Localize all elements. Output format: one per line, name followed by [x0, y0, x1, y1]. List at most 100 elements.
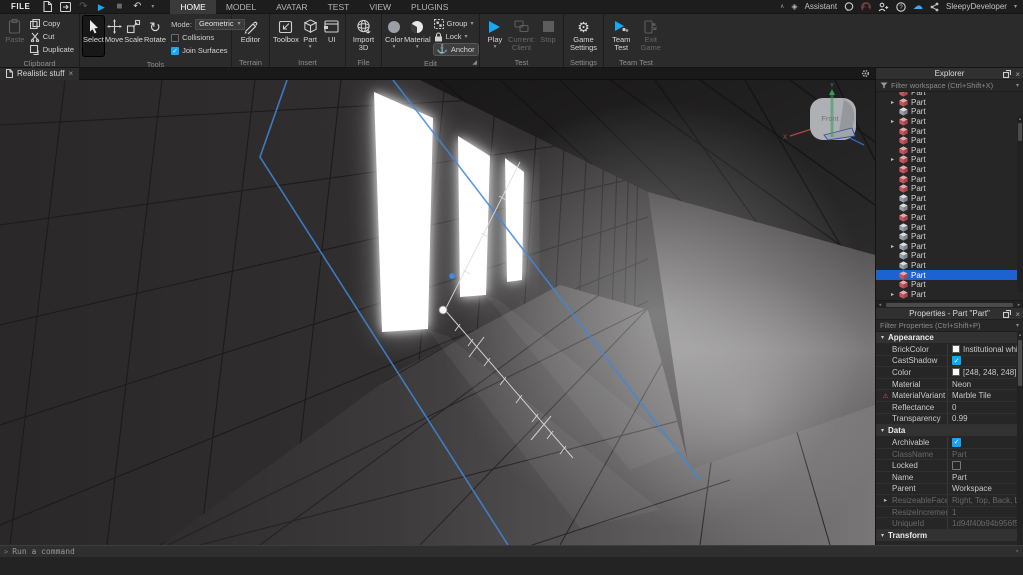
property-row-classname[interactable]: ClassNamePart	[876, 449, 1017, 461]
document-tab-realistic-stuff[interactable]: Realistic stuff ×	[0, 68, 79, 80]
expand-arrow-icon[interactable]: ▸	[889, 118, 896, 125]
terrain-editor-button[interactable]: Editor	[236, 16, 266, 56]
add-collaborator-icon[interactable]	[878, 2, 889, 12]
expand-arrow-icon[interactable]: ▸	[889, 291, 896, 298]
new-file-icon[interactable]	[41, 1, 53, 13]
tab-model[interactable]: MODEL	[216, 0, 266, 14]
scroll-right-icon[interactable]: ▸	[1015, 302, 1023, 308]
property-value[interactable]: Marble Tile	[952, 391, 991, 400]
filter-dropdown-icon[interactable]: ▾	[1016, 82, 1019, 89]
explorer-vertical-scrollbar[interactable]: ▴	[1017, 116, 1023, 292]
explorer-item-part[interactable]: Part	[876, 107, 1023, 117]
explorer-item-part[interactable]: Part	[876, 194, 1023, 204]
group-dropdown-icon[interactable]: ▾	[470, 20, 473, 27]
drag-handle-white[interactable]	[439, 306, 447, 314]
explorer-item-part[interactable]: ▸Part	[876, 98, 1023, 108]
share-icon[interactable]	[930, 2, 939, 12]
properties-section-transform[interactable]: ▾Transform	[876, 530, 1017, 542]
explorer-item-part[interactable]: Part	[876, 251, 1023, 261]
property-row-reflectance[interactable]: Reflectance0	[876, 402, 1017, 414]
help-icon[interactable]: ?	[896, 2, 906, 12]
play-dropdown-icon[interactable]: ▾	[494, 45, 497, 49]
property-value[interactable]: Part	[952, 473, 967, 482]
select-tool-button[interactable]: Select	[83, 16, 104, 56]
explorer-item-part[interactable]: Part	[876, 270, 1023, 280]
exit-game-button[interactable]: Exit Game	[637, 16, 666, 56]
property-value[interactable]: 1	[952, 508, 956, 517]
explorer-item-part[interactable]: ▸Part	[876, 289, 1023, 299]
property-row-brickcolor[interactable]: BrickColorInstitutional white	[876, 344, 1017, 356]
expand-arrow-icon[interactable]: ▸	[889, 99, 896, 106]
team-test-button[interactable]: Team Test	[607, 16, 636, 56]
command-bar-expand-icon[interactable]: ▾	[1015, 548, 1019, 555]
command-bar[interactable]: > Run a command ▾	[0, 545, 1023, 557]
undo-icon[interactable]: ↶	[131, 1, 143, 13]
properties-title-bar[interactable]: Properties - Part "Part" ×	[876, 308, 1023, 320]
property-value[interactable]: Workspace	[952, 484, 992, 493]
explorer-horizontal-scrollbar[interactable]: ◂ ▸	[876, 300, 1023, 308]
property-value[interactable]: 0	[952, 403, 956, 412]
explorer-item-part[interactable]: Part	[876, 165, 1023, 175]
property-value[interactable]: Institutional white	[963, 345, 1017, 354]
tab-plugins[interactable]: PLUGINS	[401, 0, 458, 14]
part-dropdown-icon[interactable]: ▾	[309, 45, 312, 49]
property-row-parent[interactable]: ParentWorkspace	[876, 484, 1017, 496]
explorer-item-part[interactable]: Part	[876, 280, 1023, 290]
properties-filter-input[interactable]: Filter Properties (Ctrl+Shift+P) ▾	[876, 320, 1023, 332]
username-label[interactable]: SleepyDeveloper	[946, 2, 1007, 11]
tab-view[interactable]: VIEW	[359, 0, 401, 14]
insert-part-button[interactable]: Part ▾	[300, 16, 321, 56]
lock-dropdown-icon[interactable]: ▾	[464, 33, 467, 40]
property-value[interactable]: [248, 248, 248] (In…	[963, 368, 1017, 377]
join-surfaces-checkbox[interactable]: ✓	[171, 47, 179, 55]
play-button[interactable]: Play ▾	[483, 16, 507, 56]
collapse-ribbon-icon[interactable]: ∧	[780, 3, 784, 10]
stop-button[interactable]: Stop	[536, 16, 560, 56]
explorer-item-part[interactable]: ▸Part	[876, 155, 1023, 165]
viewport-settings-gear-icon[interactable]	[861, 69, 870, 78]
property-row-name[interactable]: NamePart	[876, 472, 1017, 484]
user-avatar[interactable]	[861, 2, 871, 12]
explorer-item-part[interactable]: Part	[876, 126, 1023, 136]
close-panel-icon[interactable]: ×	[1015, 70, 1020, 79]
open-file-icon[interactable]	[59, 1, 71, 13]
property-row-resizeablefaces[interactable]: ▸ResizeableFacesRight, Top, Back, Left, …	[876, 495, 1017, 507]
explorer-item-part[interactable]: Part	[876, 136, 1023, 146]
expand-arrow-icon[interactable]: ▸	[889, 156, 896, 163]
cut-button[interactable]: Cut	[30, 31, 74, 42]
scrollbar-thumb[interactable]	[1018, 123, 1022, 141]
explorer-item-part[interactable]: Part	[876, 146, 1023, 156]
property-value[interactable]: Right, Top, Back, Left, …	[952, 496, 1017, 505]
ui-button[interactable]: UI	[321, 16, 342, 56]
paste-button[interactable]: Paste	[3, 16, 27, 56]
property-value[interactable]: Part	[952, 450, 967, 459]
property-value[interactable]: 0.99	[952, 414, 968, 423]
property-row-archivable[interactable]: Archivable✓	[876, 437, 1017, 449]
scroll-up-icon[interactable]: ▴	[1017, 332, 1023, 338]
float-panel-icon[interactable]	[1003, 70, 1011, 78]
move-tool-button[interactable]: Move	[105, 16, 123, 56]
properties-vertical-scrollbar[interactable]: ▴	[1017, 332, 1023, 545]
current-client-button[interactable]: Current: Client	[508, 16, 535, 56]
edit-group-expander-icon[interactable]: ◢	[472, 59, 477, 66]
properties-section-data[interactable]: ▾Data	[876, 425, 1017, 437]
properties-section-appearance[interactable]: ▾Appearance	[876, 332, 1017, 344]
quick-stop-icon[interactable]: ■	[113, 1, 125, 13]
property-value[interactable]: 1d94f40b94b956f507…	[952, 519, 1017, 528]
property-value[interactable]: Neon	[952, 380, 971, 389]
explorer-item-part[interactable]: Part	[876, 184, 1023, 194]
property-checkbox[interactable]: ✓	[952, 438, 961, 447]
group-button[interactable]: Group ▾	[434, 18, 478, 29]
explorer-item-part[interactable]: Part	[876, 174, 1023, 184]
user-menu-dropdown-icon[interactable]: ▾	[1014, 3, 1017, 10]
explorer-item-part[interactable]: Part	[876, 213, 1023, 223]
property-row-resizeincrement[interactable]: ResizeIncrement1	[876, 507, 1017, 519]
property-checkbox[interactable]: ✓	[952, 356, 961, 365]
property-row-transparency[interactable]: Transparency0.99	[876, 414, 1017, 426]
file-menu-button[interactable]: FILE	[6, 2, 35, 11]
redo-icon[interactable]: ↷	[77, 1, 89, 13]
property-row-color[interactable]: Color[248, 248, 248] (In…	[876, 367, 1017, 379]
viewport-3d-scene[interactable]: Front Y X	[0, 80, 875, 545]
tab-avatar[interactable]: AVATAR	[266, 0, 318, 14]
cloud-sync-icon[interactable]: ☁	[913, 1, 923, 12]
